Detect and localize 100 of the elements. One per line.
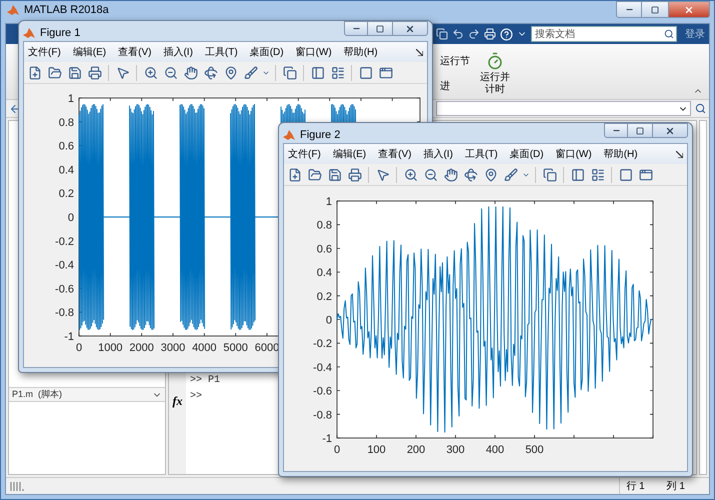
tick-label: 0.2 xyxy=(58,188,74,200)
menu-item[interactable]: 文件(F) xyxy=(28,44,61,60)
menu-item[interactable]: 工具(T) xyxy=(204,44,238,60)
menu-item[interactable]: 编辑(E) xyxy=(332,146,366,162)
timer-icon xyxy=(486,52,504,70)
legend-icon[interactable] xyxy=(329,64,346,81)
tick-label: 0.4 xyxy=(316,267,332,280)
maximize-button[interactable] xyxy=(628,123,652,138)
minimize-button[interactable] xyxy=(344,21,368,36)
run-section-button[interactable]: 运行节 xyxy=(440,54,470,69)
search-field[interactable]: 搜索文档 xyxy=(531,26,677,42)
folder-icon[interactable] xyxy=(46,64,63,81)
search-icon[interactable] xyxy=(695,103,706,114)
window-title: MATLAB R2018a xyxy=(24,3,109,17)
close-icon xyxy=(684,4,694,14)
maximize-button[interactable] xyxy=(642,1,668,18)
function-browser-icon[interactable]: fx xyxy=(172,392,182,410)
tick-label: 500 xyxy=(525,444,544,456)
zoom-in-icon[interactable] xyxy=(142,64,159,81)
tick-label: 0 xyxy=(76,342,82,354)
close-icon xyxy=(665,126,675,136)
matlab-logo-icon xyxy=(283,129,295,142)
tick-label: -1 xyxy=(64,331,74,343)
menu-item[interactable]: 查看(V) xyxy=(378,146,412,162)
menu-item[interactable]: 文件(F) xyxy=(288,146,321,162)
zoom-out-icon[interactable] xyxy=(162,64,179,81)
menu-item[interactable]: 桌面(D) xyxy=(250,44,284,60)
menu-item[interactable]: 窗口(W) xyxy=(296,44,332,60)
help-icon[interactable] xyxy=(500,28,513,40)
save-icon[interactable] xyxy=(326,166,343,183)
menu-item[interactable]: 编辑(E) xyxy=(72,44,106,60)
back-icon[interactable] xyxy=(9,102,21,114)
menu-item[interactable]: 插入(I) xyxy=(423,146,453,162)
tick-label: -1 xyxy=(322,433,332,445)
login-link[interactable]: 登录 xyxy=(681,26,705,42)
rotate-icon[interactable] xyxy=(462,166,479,183)
redo-icon[interactable] xyxy=(468,28,480,40)
tick-label: 5000 xyxy=(223,342,248,354)
tick-label: 1 xyxy=(326,196,332,208)
tick-label: 0 xyxy=(68,212,74,224)
tick-label: 1000 xyxy=(98,342,123,354)
print-icon[interactable] xyxy=(484,28,496,40)
brush-icon[interactable] xyxy=(502,166,519,183)
switch-windows-icon[interactable] xyxy=(436,28,448,40)
menu-item[interactable]: 查看(V) xyxy=(118,44,152,60)
maximize-icon xyxy=(651,6,659,14)
matlab-logo-icon xyxy=(7,4,19,16)
details-header[interactable]: P1.m (脚本) xyxy=(9,387,165,402)
minimize-button[interactable] xyxy=(616,1,642,18)
advance-button[interactable]: 进 xyxy=(440,79,470,94)
command-line: >> xyxy=(190,391,204,403)
tick-label: -0.8 xyxy=(55,307,74,320)
tick-label: 0 xyxy=(334,444,340,456)
run-and-time-button[interactable]: 运行并 计时 xyxy=(480,52,510,96)
tick-label: 0.8 xyxy=(316,220,332,232)
tick-label: -0.6 xyxy=(313,386,332,398)
tick-label: 4000 xyxy=(192,342,217,354)
hand-icon[interactable] xyxy=(442,166,459,183)
legend-icon[interactable] xyxy=(589,166,606,183)
close-button[interactable] xyxy=(668,1,710,18)
menu-item[interactable]: 工具(T) xyxy=(464,146,498,162)
tick-label: 0.6 xyxy=(316,243,332,256)
tick-label: 2000 xyxy=(129,342,154,354)
expand-arrow-icon[interactable] xyxy=(676,150,683,158)
print-icon[interactable] xyxy=(346,166,363,183)
search-icon[interactable] xyxy=(664,29,674,39)
column-indicator: 列 1 xyxy=(666,480,685,494)
maximize-icon xyxy=(376,24,384,32)
menu-item[interactable]: 插入(I) xyxy=(163,44,193,60)
row-indicator: 行 1 xyxy=(626,480,645,494)
menu-item[interactable]: 窗口(W) xyxy=(556,146,592,162)
tick-label: 0.2 xyxy=(316,290,332,303)
minimize-button[interactable] xyxy=(604,123,628,138)
window-title: Figure 2 xyxy=(300,128,340,143)
brush-icon[interactable] xyxy=(242,64,259,81)
tick-label: -0.4 xyxy=(55,260,74,272)
rotate-icon[interactable] xyxy=(202,64,219,81)
tick-label: 200 xyxy=(406,444,426,456)
matlab-logo-icon xyxy=(23,27,35,40)
close-button[interactable] xyxy=(652,123,688,138)
close-button[interactable] xyxy=(392,21,428,36)
tick-label: -0.2 xyxy=(313,338,332,350)
expand-arrow-icon[interactable] xyxy=(416,48,423,56)
tick-label: 300 xyxy=(446,444,465,456)
zoom-out-icon[interactable] xyxy=(422,166,439,183)
save-icon[interactable] xyxy=(66,64,83,81)
menu-item[interactable]: 帮助(H) xyxy=(604,146,638,162)
menu-item[interactable]: 桌面(D) xyxy=(510,146,544,162)
tick-label: 1 xyxy=(68,93,74,105)
zoom-in-icon[interactable] xyxy=(402,166,419,183)
close-icon xyxy=(405,24,415,34)
folder-icon[interactable] xyxy=(306,166,323,183)
maximize-button[interactable] xyxy=(368,21,392,36)
tick-label: 100 xyxy=(367,444,386,456)
hand-icon[interactable] xyxy=(182,64,199,81)
print-icon[interactable] xyxy=(86,64,103,81)
undo-icon[interactable] xyxy=(452,28,464,40)
window-title: Figure 1 xyxy=(40,26,80,41)
address-field[interactable] xyxy=(436,101,691,116)
menu-item[interactable]: 帮助(H) xyxy=(344,44,378,60)
